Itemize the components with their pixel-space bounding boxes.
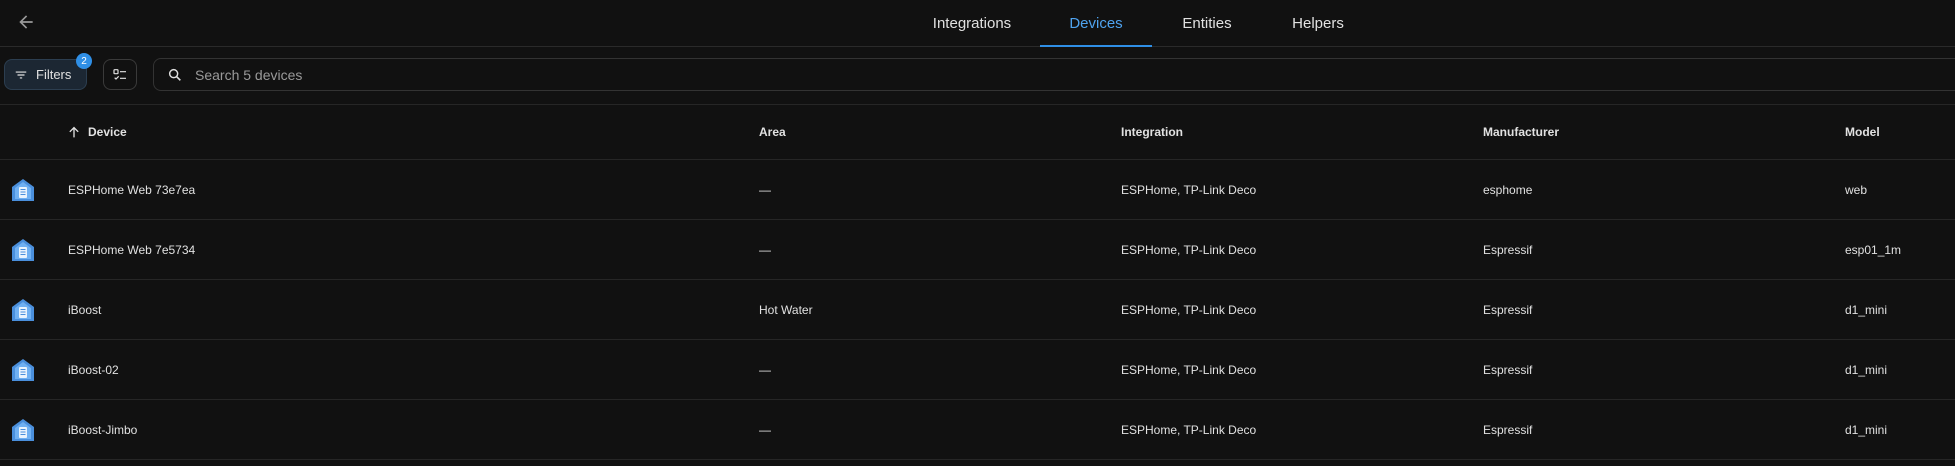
back-button[interactable] xyxy=(10,6,42,38)
table-row[interactable]: ESPHome Web 7e5734 — ESPHome, TP-Link De… xyxy=(0,220,1955,280)
table-row[interactable]: iBoost-02 — ESPHome, TP-Link Deco Espres… xyxy=(0,340,1955,400)
select-mode-icon xyxy=(113,68,126,80)
cell-model: esp01_1m xyxy=(1845,242,1902,257)
cell-model: d1_mini xyxy=(1845,302,1888,317)
column-header-device[interactable]: Device xyxy=(66,105,127,159)
table-row[interactable]: iBoost Hot Water ESPHome, TP-Link Deco E… xyxy=(0,280,1955,340)
column-header-model[interactable]: Model xyxy=(1845,105,1880,159)
tab-bar: Integrations Devices Entities Helpers xyxy=(904,0,1374,47)
search-icon xyxy=(167,67,183,83)
cell-model: web xyxy=(1845,182,1868,197)
cell-area: — xyxy=(759,182,771,197)
cell-integration: ESPHome, TP-Link Deco xyxy=(1121,362,1257,377)
column-header-device-label: Device xyxy=(88,125,127,139)
cell-model: d1_mini xyxy=(1845,362,1888,377)
esphome-house-icon xyxy=(10,160,36,219)
column-header-area[interactable]: Area xyxy=(759,105,786,159)
table-header: Device Area Integration Manufacturer Mod… xyxy=(0,104,1955,160)
select-mode-button[interactable] xyxy=(103,59,137,90)
tab-helpers[interactable]: Helpers xyxy=(1262,0,1374,46)
devices-table: Device Area Integration Manufacturer Mod… xyxy=(0,104,1955,460)
cell-device: ESPHome Web 73e7ea xyxy=(68,182,196,197)
cell-area: — xyxy=(759,422,771,437)
filters-count-badge: 2 xyxy=(76,53,92,69)
cell-area: — xyxy=(759,242,771,257)
cell-device: iBoost-Jimbo xyxy=(68,422,138,437)
cell-device: iBoost xyxy=(68,302,102,317)
table-row[interactable]: iBoost-Jimbo — ESPHome, TP-Link Deco Esp… xyxy=(0,400,1955,460)
esphome-house-icon xyxy=(10,220,36,279)
search-input[interactable] xyxy=(193,65,1697,84)
column-header-manufacturer[interactable]: Manufacturer xyxy=(1483,105,1559,159)
tab-entities[interactable]: Entities xyxy=(1152,0,1262,46)
search-box xyxy=(153,58,1955,91)
cell-device: iBoost-02 xyxy=(68,362,119,377)
filters-label: Filters xyxy=(36,67,72,82)
cell-integration: ESPHome, TP-Link Deco xyxy=(1121,182,1257,197)
esphome-house-icon xyxy=(10,400,36,459)
cell-integration: ESPHome, TP-Link Deco xyxy=(1121,422,1257,437)
cell-manufacturer: Espressif xyxy=(1483,302,1533,317)
cell-device: ESPHome Web 7e5734 xyxy=(68,242,196,257)
cell-model: d1_mini xyxy=(1845,422,1888,437)
tab-devices[interactable]: Devices xyxy=(1040,0,1152,47)
filter-icon xyxy=(15,71,27,78)
esphome-house-icon xyxy=(10,340,36,399)
top-bar: Integrations Devices Entities Helpers xyxy=(0,0,1955,47)
cell-area: — xyxy=(759,362,771,377)
table-row[interactable]: ESPHome Web 73e7ea — ESPHome, TP-Link De… xyxy=(0,160,1955,220)
tab-integrations[interactable]: Integrations xyxy=(904,0,1040,46)
cell-manufacturer: Espressif xyxy=(1483,422,1533,437)
filters-button[interactable]: Filters 2 xyxy=(4,53,92,90)
column-header-integration[interactable]: Integration xyxy=(1121,105,1183,159)
cell-manufacturer: esphome xyxy=(1483,182,1533,197)
arrow-up-icon xyxy=(66,124,82,140)
cell-manufacturer: Espressif xyxy=(1483,242,1533,257)
esphome-house-icon xyxy=(10,280,36,339)
cell-area: Hot Water xyxy=(759,302,813,317)
cell-integration: ESPHome, TP-Link Deco xyxy=(1121,242,1257,257)
cell-manufacturer: Espressif xyxy=(1483,362,1533,377)
cell-integration: ESPHome, TP-Link Deco xyxy=(1121,302,1257,317)
arrow-left-icon xyxy=(19,15,33,29)
